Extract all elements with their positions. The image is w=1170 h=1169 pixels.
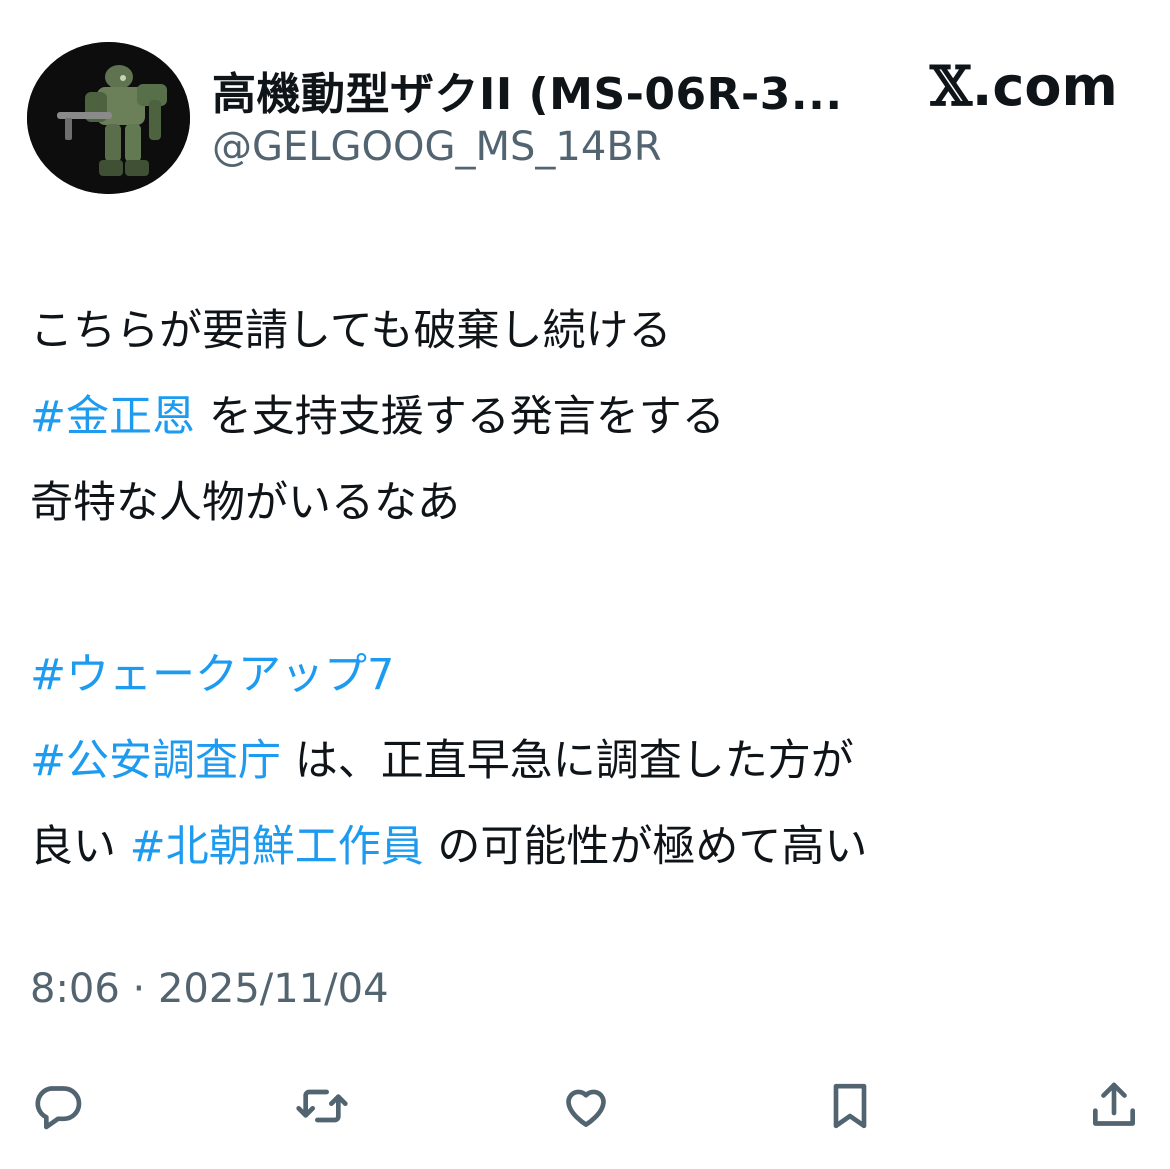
tweet-text: こちらが要請しても破棄し続ける #金正恩 を支持支援する発言をする 奇特な人物が… bbox=[30, 288, 1140, 890]
tweet-text-segment: こちらが要請しても破棄し続ける bbox=[30, 306, 672, 356]
avatar[interactable] bbox=[27, 42, 190, 194]
hashtag-link[interactable]: #公安調査庁 bbox=[30, 736, 281, 786]
tweet-line: こちらが要請しても破棄し続ける bbox=[30, 288, 1140, 374]
hashtag-link[interactable]: #金正恩 bbox=[30, 392, 195, 442]
tweet-line: #ウェークアップ7 bbox=[30, 632, 1140, 718]
tweet-line: #金正恩 を支持支援する発言をする bbox=[30, 374, 1140, 460]
display-name[interactable]: 高機動型ザクII (MS-06R-3... bbox=[212, 58, 843, 122]
tweet-text-segment: は、正直早急に調査した方が bbox=[281, 736, 854, 786]
x-com-logo: 𝕏.com bbox=[930, 54, 1118, 118]
share-icon bbox=[1093, 1082, 1135, 1126]
hashtag-link[interactable]: #北朝鮮工作員 bbox=[130, 822, 424, 872]
tweet-timestamp[interactable]: 8:06 · 2025/11/04 bbox=[30, 966, 389, 1012]
brand-domain: .com bbox=[971, 55, 1118, 118]
bookmark-button[interactable] bbox=[820, 1076, 880, 1136]
tweet-text-segment: を支持支援する発言をする bbox=[195, 392, 725, 442]
tweet-text-segment: 良い bbox=[30, 822, 130, 872]
reply-button[interactable] bbox=[28, 1076, 88, 1136]
tweet-line: 奇特な人物がいるなあ bbox=[30, 460, 1140, 546]
user-handle[interactable]: @GELGOOG_MS_14BR bbox=[212, 124, 662, 170]
retweet-button[interactable] bbox=[292, 1076, 352, 1136]
tweet-text-segment: の可能性が極めて高い bbox=[423, 822, 868, 872]
tweet-line: #公安調査庁 は、正直早急に調査した方が bbox=[30, 718, 1140, 804]
avatar-mecha-image bbox=[27, 42, 190, 194]
reply-icon bbox=[35, 1086, 82, 1130]
bookmark-icon bbox=[833, 1083, 867, 1129]
retweet-icon bbox=[296, 1089, 348, 1123]
share-button[interactable] bbox=[1084, 1076, 1144, 1136]
hashtag-link[interactable]: #ウェークアップ7 bbox=[30, 650, 394, 700]
x-logo-icon: 𝕏 bbox=[930, 54, 972, 118]
like-icon bbox=[566, 1089, 606, 1127]
like-button[interactable] bbox=[556, 1076, 616, 1136]
tweet-text-segment: 奇特な人物がいるなあ bbox=[30, 478, 460, 528]
tweet-line: 良い #北朝鮮工作員 の可能性が極めて高い bbox=[30, 804, 1140, 890]
